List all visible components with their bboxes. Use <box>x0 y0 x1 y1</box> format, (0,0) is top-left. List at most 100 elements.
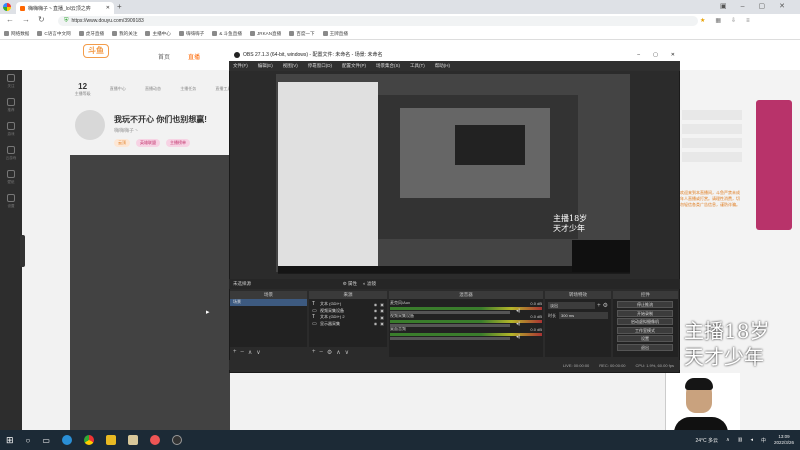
mixer-volume-slider[interactable] <box>390 337 510 340</box>
menu-icon[interactable]: ≡ <box>746 18 750 24</box>
obs-menu-item[interactable]: 视图(V) <box>283 63 298 69</box>
side-nav-scroll[interactable] <box>20 235 25 267</box>
source-settings-icon[interactable]: ⚙ <box>327 349 332 356</box>
windows-start-icon[interactable]: ⊞ <box>6 435 14 446</box>
volume-icon[interactable]: ◂ <box>750 437 753 443</box>
promo-banner[interactable] <box>756 100 792 230</box>
obs-minimize-icon[interactable]: – <box>637 52 640 58</box>
obs-control-button[interactable]: 停止推流 <box>617 301 673 308</box>
bookmark-item[interactable]: 嗨嗨嗨子 <box>178 31 204 37</box>
back-icon[interactable]: ← <box>6 15 14 24</box>
lock-icon[interactable]: ▣ <box>380 302 384 307</box>
side-nav-item[interactable]: 推荐 <box>0 94 22 118</box>
obs-control-button[interactable]: 启动虚拟摄像机 <box>617 318 673 325</box>
reload-icon[interactable]: ↻ <box>38 15 45 24</box>
mixer-speaker-icon[interactable]: ◂) <box>516 308 520 314</box>
visibility-eye-icon[interactable]: ◉ <box>374 321 378 326</box>
add-source-icon[interactable]: + <box>312 349 316 355</box>
input-lang[interactable]: 中 <box>761 437 766 444</box>
stat-item[interactable]: 主播任务 <box>174 86 203 92</box>
move-up-icon[interactable]: ∧ <box>336 349 340 356</box>
bookmark-item[interactable]: 百度一下 <box>289 31 315 37</box>
lock-icon[interactable]: ▣ <box>380 321 384 326</box>
obs-control-button[interactable]: 设置 <box>617 335 673 342</box>
bookmark-star-icon[interactable]: ★ <box>700 17 705 24</box>
streamer-name[interactable]: 嗨嗨嗨子丶 <box>114 127 139 134</box>
properties-button[interactable]: ⚙ 属性 <box>343 281 357 287</box>
move-down-icon[interactable]: ∨ <box>345 349 349 356</box>
obs-control-button[interactable]: 开始录制 <box>617 309 673 317</box>
bookmark-item[interactable]: 虎牙直播 <box>78 31 104 37</box>
bookmark-item[interactable]: JRKAN直播 <box>249 31 281 37</box>
remove-source-icon[interactable]: – <box>320 349 323 355</box>
visibility-eye-icon[interactable]: ◉ <box>374 308 378 313</box>
visibility-eye-icon[interactable]: ◉ <box>374 302 378 307</box>
nav-home[interactable]: 首页 <box>158 52 170 61</box>
forward-icon[interactable]: → <box>22 15 30 24</box>
obs-menu-item[interactable]: 帮助(H) <box>435 63 450 69</box>
source-item[interactable]: ▭ 显示器采集 ◉ ▣ <box>309 321 387 328</box>
obs-menu-item[interactable]: 停靠窗口(D) <box>308 63 332 69</box>
move-down-icon[interactable]: ∨ <box>256 349 260 356</box>
mixer-speaker-icon[interactable]: ◂) <box>516 321 520 327</box>
room-tag[interactable]: 主播榜单 <box>166 139 190 147</box>
streamer-avatar[interactable] <box>75 110 105 140</box>
extension-icon[interactable]: ▦ <box>715 17 721 24</box>
side-nav-item[interactable]: 云游戏 <box>0 142 22 166</box>
stat-item[interactable]: 直播中心 <box>103 86 132 92</box>
remove-scene-icon[interactable]: – <box>241 349 244 355</box>
transition-select[interactable]: 淡出 <box>548 302 596 309</box>
bookmark-item[interactable]: & 斗鱼直播 <box>212 31 242 37</box>
filters-button[interactable]: ◐ 滤镜 <box>363 281 376 287</box>
obs-menu-item[interactable]: 工具(T) <box>410 63 425 69</box>
bookmark-item[interactable]: C语言中文网 <box>37 31 71 37</box>
visibility-eye-icon[interactable]: ◉ <box>374 315 378 320</box>
side-nav-item[interactable]: 游戏 <box>0 118 22 142</box>
obs-close-icon[interactable]: ✕ <box>671 52 675 58</box>
obs-app-icon[interactable] <box>171 435 182 445</box>
obs-menu-item[interactable]: 配置文件(P) <box>342 63 366 69</box>
explorer-icon[interactable] <box>105 435 116 445</box>
scene-item[interactable]: 场景 <box>230 299 307 306</box>
edge-icon[interactable] <box>61 435 72 445</box>
mixer-volume-slider[interactable] <box>390 324 510 327</box>
obs-menu-item[interactable]: 场景集合(S) <box>376 63 400 69</box>
browser-tab[interactable]: 嗨嗨嗨子丶直播_lol云顶之弈 ✕ <box>16 2 114 14</box>
network-icon[interactable]: ▥ <box>738 437 743 443</box>
obs-menu-item[interactable]: 文件(F) <box>233 63 248 69</box>
room-tag[interactable]: 云顶 <box>114 139 130 147</box>
douyu-logo[interactable]: 斗鱼 <box>83 44 109 58</box>
add-transition-icon[interactable]: + <box>597 303 601 309</box>
stat-item[interactable]: 12 主播等级 <box>68 82 97 97</box>
close-window-icon[interactable]: ✕ <box>779 2 785 10</box>
profile-icon[interactable]: ▣ <box>720 2 727 10</box>
bookmark-item[interactable]: 主播中心 <box>145 31 171 37</box>
obs-maximize-icon[interactable]: ▢ <box>653 52 658 58</box>
weather-info[interactable]: 24°C 多云 <box>695 437 718 444</box>
tab-close-icon[interactable]: ✕ <box>106 5 110 11</box>
new-tab-icon[interactable]: + <box>117 2 122 11</box>
tray-arrow-icon[interactable]: ∧ <box>726 437 730 443</box>
side-nav-item[interactable]: 设置 <box>0 190 22 214</box>
bookmark-item[interactable]: 我的关注 <box>112 31 137 37</box>
nav-live[interactable]: 直播 <box>188 52 200 61</box>
minimize-icon[interactable]: – <box>741 3 745 10</box>
taskbar-clock[interactable]: 13:09 2022/3/26 <box>774 434 794 446</box>
tencent-icon[interactable] <box>127 435 138 445</box>
douyu-app-icon[interactable] <box>149 435 160 445</box>
side-nav-item[interactable]: 关注 <box>0 70 22 94</box>
lock-icon[interactable]: ▣ <box>380 315 384 320</box>
chrome-icon[interactable] <box>83 435 94 445</box>
obs-menu-item[interactable]: 编辑(E) <box>258 63 273 69</box>
lock-icon[interactable]: ▣ <box>380 308 384 313</box>
room-tag[interactable]: 英雄联盟 <box>136 139 160 147</box>
move-up-icon[interactable]: ∧ <box>248 349 252 356</box>
obs-control-button[interactable]: 退出 <box>617 343 673 351</box>
transition-settings-icon[interactable]: ⚙ <box>603 302 608 309</box>
task-view-icon[interactable]: ▭ <box>42 436 50 445</box>
duration-input[interactable]: 300 ms <box>559 312 608 319</box>
obs-control-button[interactable]: 工作室模式 <box>617 326 673 334</box>
downloads-icon[interactable]: ⇩ <box>731 17 736 24</box>
maximize-icon[interactable]: ▢ <box>759 2 766 10</box>
bookmark-item[interactable]: 王牌直播 <box>322 31 348 37</box>
